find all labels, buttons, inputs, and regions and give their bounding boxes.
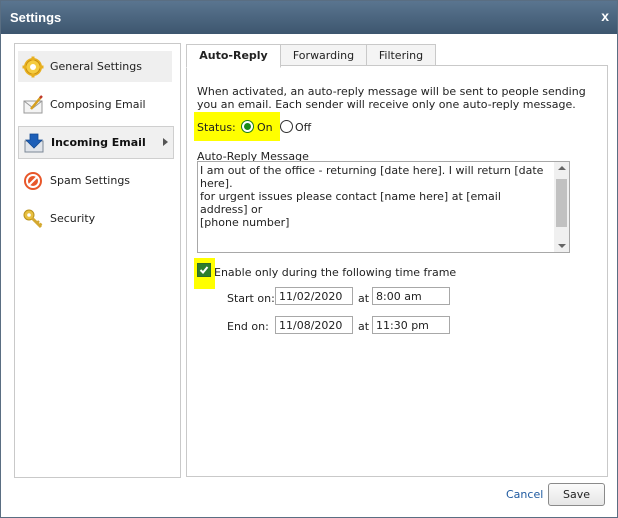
tab-filtering[interactable]: Filtering <box>366 44 436 67</box>
compose-icon <box>22 94 44 116</box>
message-text: I am out of the office - returning [date… <box>200 164 544 229</box>
sidebar: General Settings Composing Email Incomin… <box>14 43 181 478</box>
timeframe-checkbox[interactable] <box>197 263 211 277</box>
sidebar-item-incoming-email[interactable]: Incoming Email <box>18 126 174 159</box>
tab-auto-reply[interactable]: Auto-Reply <box>186 44 281 68</box>
no-entry-icon <box>22 170 44 192</box>
dialog-title: Settings <box>10 10 62 25</box>
tab-forwarding[interactable]: Forwarding <box>280 44 367 67</box>
auto-reply-message-textarea[interactable]: I am out of the office - returning [date… <box>197 161 570 253</box>
scroll-up-icon[interactable] <box>558 166 566 170</box>
cancel-button[interactable]: Cancel <box>506 488 543 501</box>
end-at-label: at <box>358 320 370 333</box>
sidebar-item-composing-email[interactable]: Composing Email <box>18 89 172 120</box>
settings-dialog: Settings x General Settings Composing Em… <box>0 0 618 518</box>
sidebar-item-label: Security <box>50 212 96 225</box>
gear-icon <box>22 56 44 78</box>
end-date-field[interactable]: 11/08/2020 <box>275 316 353 334</box>
scroll-thumb[interactable] <box>556 179 567 227</box>
save-button[interactable]: Save <box>548 483 605 506</box>
status-label: Status: <box>197 121 236 134</box>
status-off-label: Off <box>295 121 312 134</box>
scroll-down-icon[interactable] <box>558 244 566 248</box>
title-bar: Settings x <box>1 1 617 34</box>
sidebar-item-security[interactable]: Security <box>18 203 172 234</box>
start-time-field[interactable]: 8:00 am <box>372 287 450 305</box>
sidebar-item-label: Composing Email <box>50 98 146 111</box>
sidebar-item-label: Incoming Email <box>51 136 146 149</box>
close-icon[interactable]: x <box>601 8 609 24</box>
start-date-field[interactable]: 11/02/2020 <box>275 287 353 305</box>
sidebar-item-label: General Settings <box>50 60 142 73</box>
end-label: End on: <box>227 320 269 333</box>
status-off-radio[interactable] <box>280 120 293 133</box>
sidebar-item-label: Spam Settings <box>50 174 131 187</box>
sidebar-item-general-settings[interactable]: General Settings <box>18 51 172 82</box>
message-scrollbar[interactable] <box>554 162 569 252</box>
status-on-radio[interactable] <box>241 120 254 133</box>
incoming-icon <box>23 132 45 154</box>
start-at-label: at <box>358 292 370 305</box>
start-label: Start on: <box>227 292 275 305</box>
chevron-right-icon <box>163 138 168 146</box>
intro-text: When activated, an auto-reply message wi… <box>197 85 586 111</box>
end-time-field[interactable]: 11:30 pm <box>372 316 450 334</box>
checkmark-icon <box>199 266 209 274</box>
status-on-label: On <box>257 121 273 134</box>
sidebar-item-spam-settings[interactable]: Spam Settings <box>18 165 172 196</box>
key-icon <box>22 208 44 230</box>
timeframe-label: Enable only during the following time fr… <box>214 266 457 279</box>
